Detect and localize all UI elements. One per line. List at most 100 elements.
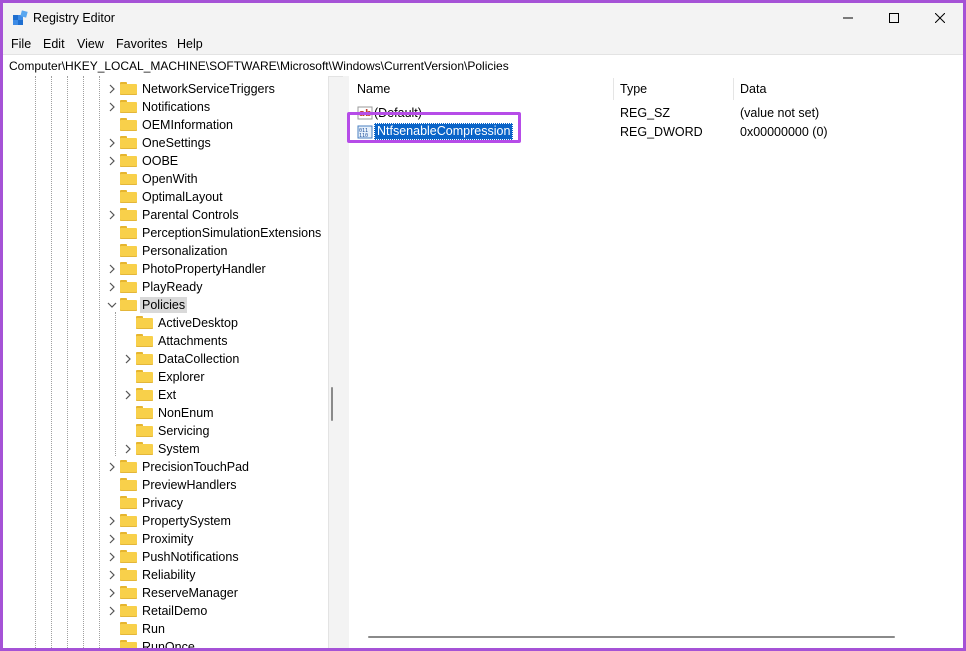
tree-item[interactable]: Privacy	[3, 494, 328, 512]
folder-icon	[136, 424, 153, 437]
tree-item[interactable]: OpenWith	[3, 170, 328, 188]
chevron-right-icon[interactable]	[107, 606, 117, 616]
folder-icon	[120, 172, 137, 185]
registry-editor-app-icon	[13, 10, 28, 25]
column-header-type[interactable]: Type	[620, 76, 647, 102]
folder-icon	[120, 496, 137, 509]
tree-item[interactable]: PhotoPropertyHandler	[3, 260, 328, 278]
tree-item-label: ActiveDesktop	[158, 316, 238, 330]
tree-item[interactable]: OOBE	[3, 152, 328, 170]
chevron-right-icon[interactable]	[107, 534, 117, 544]
folder-icon	[120, 622, 137, 635]
chevron-right-icon[interactable]	[107, 570, 117, 580]
tree-item-label: Run	[142, 622, 165, 636]
chevron-right-icon[interactable]	[123, 444, 133, 454]
chevron-right-icon[interactable]	[123, 354, 133, 364]
tree-item[interactable]: OptimalLayout	[3, 188, 328, 206]
tree-item[interactable]: PerceptionSimulationExtensions	[3, 224, 328, 242]
folder-icon	[120, 550, 137, 563]
chevron-right-icon[interactable]	[107, 84, 117, 94]
maximize-button[interactable]	[871, 3, 917, 33]
title-bar[interactable]: Registry Editor	[3, 3, 963, 33]
chevron-right-icon[interactable]	[107, 282, 117, 292]
tree-item[interactable]: RetailDemo	[3, 602, 328, 620]
column-header-name[interactable]: Name	[357, 76, 390, 102]
tree-item[interactable]: Parental Controls	[3, 206, 328, 224]
chevron-right-icon[interactable]	[107, 156, 117, 166]
chevron-right-icon[interactable]	[107, 462, 117, 472]
tree-item[interactable]: Reliability	[3, 566, 328, 584]
tree-item-label: PlayReady	[142, 280, 203, 294]
values-list-pane[interactable]: Name Type Data ab (Default) REG_SZ (valu…	[349, 76, 963, 648]
chevron-right-icon[interactable]	[123, 390, 133, 400]
tree-item[interactable]: OEMInformation	[3, 116, 328, 134]
menu-help[interactable]: Help	[177, 37, 203, 51]
tree-item[interactable]: DataCollection	[3, 350, 328, 368]
chevron-right-icon[interactable]	[107, 516, 117, 526]
tree-item[interactable]: NetworkServiceTriggers	[3, 80, 328, 98]
tree-item[interactable]: PushNotifications	[3, 548, 328, 566]
tree-item[interactable]: ReserveManager	[3, 584, 328, 602]
tree-item-label: Policies	[140, 297, 188, 313]
tree-item-label: Ext	[158, 388, 177, 402]
chevron-down-icon[interactable]	[107, 300, 117, 310]
tree-item[interactable]: Notifications	[3, 98, 328, 116]
minimize-icon	[843, 17, 853, 19]
chevron-right-icon[interactable]	[107, 552, 117, 562]
key-tree-pane[interactable]: NetworkServiceTriggers Notifications OEMIn…	[3, 76, 329, 648]
tree-item[interactable]: PropertySystem	[3, 512, 328, 530]
tree-item-label: Personalization	[142, 244, 228, 258]
value-data: (value not set)	[740, 106, 820, 120]
folder-icon	[120, 154, 137, 167]
chevron-right-icon[interactable]	[107, 264, 117, 274]
menu-file[interactable]: File	[11, 37, 31, 51]
address-path[interactable]: Computer\HKEY_LOCAL_MACHINE\SOFTWARE\Mic…	[9, 59, 509, 73]
folder-icon	[120, 640, 137, 648]
chevron-right-icon[interactable]	[107, 138, 117, 148]
tree-item[interactable]: Ext	[3, 386, 328, 404]
minimize-button[interactable]	[825, 3, 871, 33]
tree-item[interactable]: Proximity	[3, 530, 328, 548]
tree-item[interactable]: ActiveDesktop	[3, 314, 328, 332]
tree-item[interactable]: Servicing	[3, 422, 328, 440]
column-separator[interactable]	[733, 78, 734, 100]
tree-item[interactable]: PlayReady	[3, 278, 328, 296]
value-type: REG_SZ	[620, 106, 671, 120]
folder-icon	[136, 388, 153, 401]
tree-item-label: Proximity	[142, 532, 194, 546]
tree-item-label: DataCollection	[158, 352, 240, 366]
window-title: Registry Editor	[33, 11, 115, 25]
close-button[interactable]	[917, 3, 963, 33]
tree-item[interactable]: System	[3, 440, 328, 458]
tree-scrollbar-thumb[interactable]	[331, 387, 333, 421]
tree-item[interactable]: PrecisionTouchPad	[3, 458, 328, 476]
tree-item[interactable]: RunOnce	[3, 638, 328, 648]
folder-icon	[120, 244, 137, 257]
tree-item-label: Reliability	[142, 568, 196, 582]
menu-view[interactable]: View	[77, 37, 104, 51]
menu-edit[interactable]: Edit	[43, 37, 65, 51]
tree-item-label: Explorer	[158, 370, 205, 384]
tree-item-label: OpenWith	[142, 172, 198, 186]
folder-icon	[136, 370, 153, 383]
chevron-right-icon[interactable]	[107, 588, 117, 598]
tree-item[interactable]: Explorer	[3, 368, 328, 386]
menu-favorites[interactable]: Favorites	[116, 37, 167, 51]
tree-item[interactable]: NonEnum	[3, 404, 328, 422]
tree-item[interactable]: Personalization	[3, 242, 328, 260]
folder-icon	[136, 316, 153, 329]
chevron-right-icon[interactable]	[107, 210, 117, 220]
address-bar[interactable]: Computer\HKEY_LOCAL_MACHINE\SOFTWARE\Mic…	[3, 54, 963, 77]
value-type: REG_DWORD	[620, 125, 703, 139]
tree-item[interactable]: Attachments	[3, 332, 328, 350]
tree-item[interactable]: OneSettings	[3, 134, 328, 152]
tree-item-label: Servicing	[158, 424, 210, 438]
tree-item[interactable]: Run	[3, 620, 328, 638]
column-separator[interactable]	[613, 78, 614, 100]
column-header-data[interactable]: Data	[740, 76, 766, 102]
folder-icon	[136, 406, 153, 419]
tree-item[interactable]: PreviewHandlers	[3, 476, 328, 494]
list-hscrollbar-thumb[interactable]	[368, 636, 895, 638]
chevron-right-icon[interactable]	[107, 102, 117, 112]
tree-item[interactable]: Policies	[3, 296, 328, 314]
